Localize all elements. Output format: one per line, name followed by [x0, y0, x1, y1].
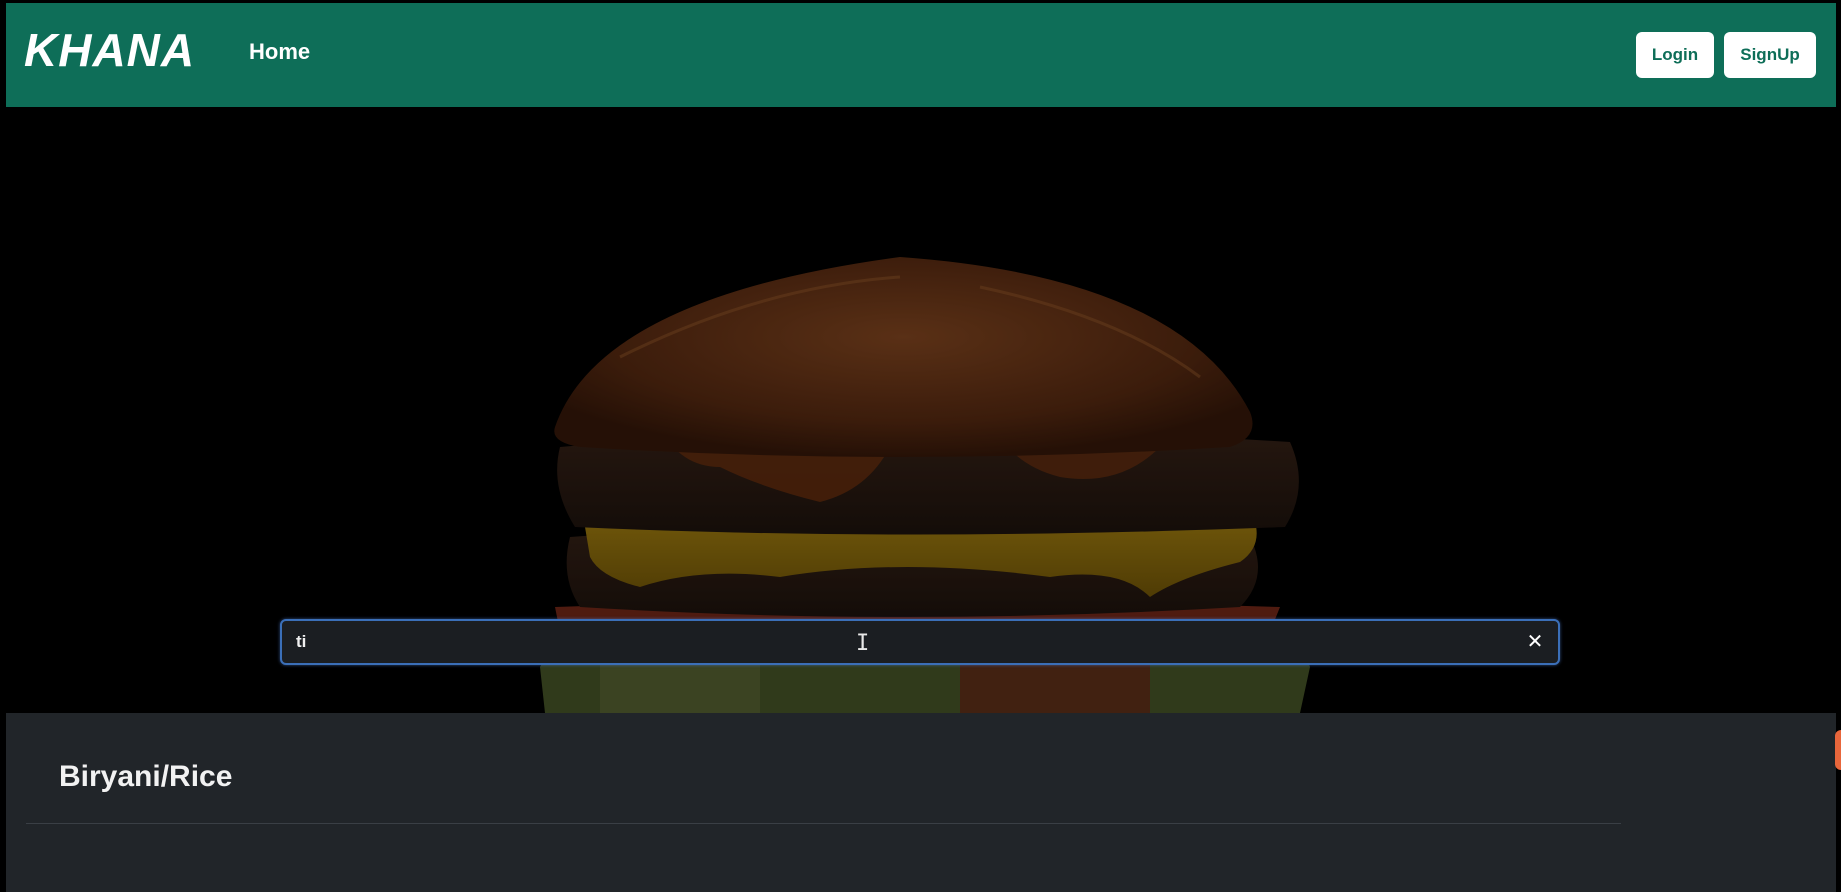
search-input[interactable] [296, 621, 1496, 663]
login-button[interactable]: Login [1636, 32, 1714, 78]
navbar: KHANA Home Login SignUp [6, 3, 1836, 107]
divider [26, 823, 1621, 824]
close-icon[interactable]: ✕ [1524, 630, 1546, 652]
search-bar[interactable]: ✕ [280, 619, 1560, 665]
brand-logo[interactable]: KHANA [24, 27, 195, 73]
text-cursor-icon: I [856, 631, 870, 656]
category-section: Biryani/Rice [6, 713, 1836, 892]
category-title: Biryani/Rice [59, 760, 233, 793]
signup-button[interactable]: SignUp [1724, 32, 1816, 78]
page: KHANA Home Login SignUp ti ✕ I Biryani/R… [0, 0, 1841, 892]
scroll-indicator [1835, 730, 1841, 770]
nav-link-home[interactable]: Home [249, 39, 310, 65]
hero-carousel: ✕ I [0, 107, 1841, 713]
